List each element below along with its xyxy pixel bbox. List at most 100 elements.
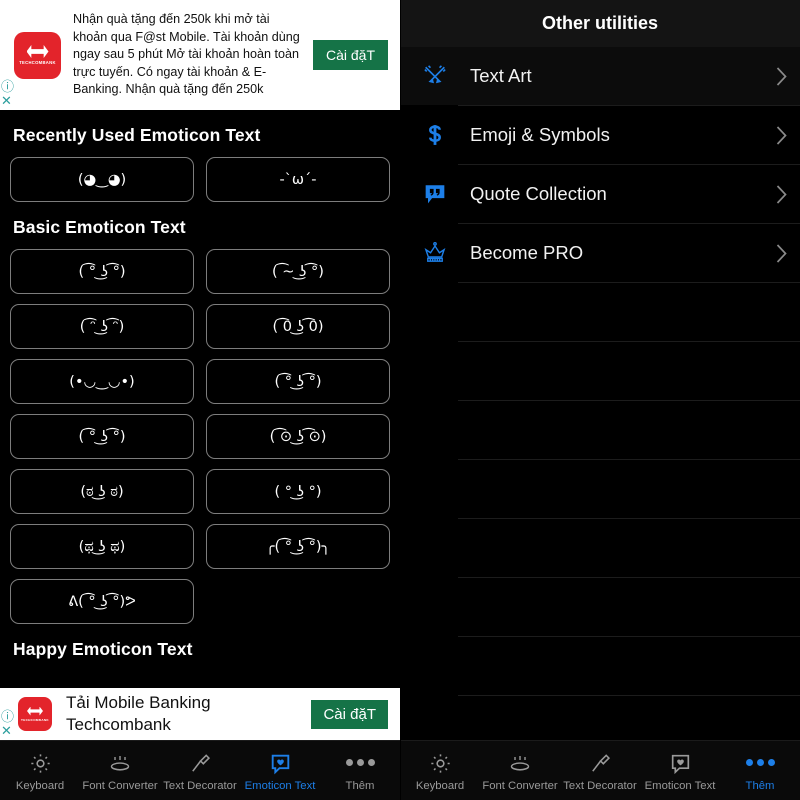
section-title-basic: Basic Emoticon Text bbox=[13, 217, 186, 237]
recently-used-grid: (◕‿◕) -`ω´- bbox=[10, 157, 390, 202]
top-ad-install-button[interactable]: Cài đặT bbox=[312, 40, 388, 70]
chevron-right-icon bbox=[762, 184, 800, 205]
emoticon-card[interactable]: ( ° ͜ʖ °) bbox=[206, 469, 390, 514]
other-utilities-panel: Other utilities Text Art Emoji & Symbols… bbox=[400, 0, 800, 800]
gear-icon bbox=[428, 750, 453, 776]
advertiser-logo-text: TECHCOMBANK bbox=[19, 60, 56, 65]
emoticon-card[interactable]: (ಥ ͜ʖ ಥ) bbox=[10, 524, 194, 569]
techcombank-mark-icon bbox=[26, 45, 49, 58]
nav-item-more[interactable]: Thêm bbox=[720, 750, 800, 792]
list-item-empty bbox=[400, 578, 800, 636]
nav-label: Text Decorator bbox=[163, 779, 237, 792]
top-ad-badges: ⓘ ✕ bbox=[1, 80, 14, 107]
panel-divider bbox=[400, 0, 401, 800]
bottom-ad-line1: Tải Mobile Banking bbox=[66, 693, 211, 712]
nav-label: Emoticon Text bbox=[644, 779, 716, 792]
font-converter-icon bbox=[507, 750, 533, 776]
list-item-empty bbox=[400, 342, 800, 400]
nav-item-font-converter[interactable]: Font Converter bbox=[80, 750, 160, 792]
list-item-label: Become PRO bbox=[470, 242, 584, 263]
nav-label: Emoticon Text bbox=[244, 779, 316, 792]
top-ad-banner[interactable]: TECHCOMBANK Nhận quà tặng đến 250k khi m… bbox=[0, 0, 400, 110]
paint-roller-icon bbox=[588, 750, 613, 776]
emoticon-scroll-area[interactable]: Recently Used Emoticon Text (◕‿◕) -`ω´- … bbox=[0, 110, 400, 670]
section-title-recently-used: Recently Used Emoticon Text bbox=[13, 125, 261, 145]
nav-label: Thêm bbox=[745, 779, 775, 792]
advertiser-logo: TECHCOMBANK bbox=[14, 31, 61, 79]
basic-emoticon-grid: ( ͡° ͜ʖ ͡°) ( ͡~ ͜ʖ ͡°) ( ͡ᵔ ͜ʖ ͡ᵔ) ( ͡0… bbox=[10, 249, 390, 624]
techcombank-mark-icon bbox=[27, 706, 43, 716]
heart-chat-icon bbox=[668, 750, 693, 776]
nav-item-more[interactable]: Thêm bbox=[320, 750, 400, 792]
list-item-empty bbox=[400, 460, 800, 518]
heart-chat-icon bbox=[268, 750, 293, 776]
list-item-empty bbox=[400, 637, 800, 695]
nav-label: Font Converter bbox=[482, 779, 558, 792]
crossed-pens-icon bbox=[412, 62, 458, 90]
right-bottom-navbar: Keyboard Font Converter Text Decorator E… bbox=[400, 740, 800, 800]
nav-item-keyboard[interactable]: Keyboard bbox=[0, 750, 80, 792]
bottom-ad-line2: Techcombank bbox=[66, 715, 171, 734]
advertiser-logo: TECHCOMBANK bbox=[18, 697, 52, 731]
nav-label: Thêm bbox=[345, 779, 375, 792]
bottom-ad-install-button[interactable]: Cài đặT bbox=[311, 699, 388, 729]
nav-label: Keyboard bbox=[15, 779, 65, 792]
more-dots-icon bbox=[745, 750, 775, 776]
emoticon-card[interactable]: ( ͡ᵔ ͜ʖ ͡ᵔ) bbox=[10, 304, 194, 349]
list-item-label: Text Art bbox=[470, 65, 532, 86]
close-icon[interactable]: ✕ bbox=[1, 94, 14, 107]
nav-item-font-converter[interactable]: Font Converter bbox=[480, 750, 560, 792]
list-item-text-art[interactable]: Text Art bbox=[400, 47, 800, 105]
emoticon-card[interactable]: (ಠ ͜ʖ ಠ) bbox=[10, 469, 194, 514]
bottom-ad-banner[interactable]: TECHCOMBANK Tải Mobile Banking Techcomba… bbox=[0, 688, 400, 740]
left-bottom-navbar: Keyboard Font Converter Text Decorator E… bbox=[0, 740, 400, 800]
list-item-empty bbox=[400, 401, 800, 459]
list-item-become-pro[interactable]: Become PRO bbox=[400, 224, 800, 282]
info-circle-icon[interactable]: ⓘ bbox=[1, 710, 14, 723]
emoticon-card[interactable]: ╭( ͡° ͜ʖ ͡°)╮ bbox=[206, 524, 390, 569]
top-ad-text: Nhận quà tặng đến 250k khi mở tài khoản … bbox=[73, 12, 300, 97]
chevron-right-icon bbox=[762, 243, 800, 264]
more-dots-icon bbox=[345, 750, 375, 776]
dollar-sign-icon bbox=[412, 121, 458, 149]
paint-roller-icon bbox=[188, 750, 213, 776]
bottom-ad-badges: ⓘ ✕ bbox=[1, 710, 14, 737]
emoticon-card[interactable]: ( ͡⊙ ͜ʖ ͡⊙) bbox=[206, 414, 390, 459]
font-converter-icon bbox=[107, 750, 133, 776]
close-icon[interactable]: ✕ bbox=[1, 724, 14, 737]
emoticon-card[interactable]: ( ͡° ͜ʖ ͡°) bbox=[206, 359, 390, 404]
nav-item-emoticon-text[interactable]: Emoticon Text bbox=[240, 750, 320, 792]
emoticon-card[interactable]: ( ͡0 ͜ʖ ͡0) bbox=[206, 304, 390, 349]
emoticon-card[interactable]: ( ͡~ ͜ʖ ͡°) bbox=[206, 249, 390, 294]
list-divider bbox=[458, 695, 800, 696]
nav-label: Keyboard bbox=[415, 779, 465, 792]
list-item-label: Emoji & Symbols bbox=[470, 124, 610, 145]
nav-label: Font Converter bbox=[82, 779, 158, 792]
list-item-emoji-symbols[interactable]: Emoji & Symbols bbox=[400, 106, 800, 164]
chevron-right-icon bbox=[762, 66, 800, 87]
advertiser-logo-text: TECHCOMBANK bbox=[21, 717, 49, 722]
list-item-label: Quote Collection bbox=[470, 183, 607, 204]
nav-label: Text Decorator bbox=[563, 779, 637, 792]
page-title: Other utilities bbox=[400, 0, 800, 47]
nav-item-text-decorator[interactable]: Text Decorator bbox=[560, 750, 640, 792]
emoticon-card[interactable]: (•◡‿◡•) bbox=[10, 359, 194, 404]
info-circle-icon[interactable]: ⓘ bbox=[1, 80, 14, 93]
list-item-quote-collection[interactable]: Quote Collection bbox=[400, 165, 800, 223]
emoticon-card[interactable]: (◕‿◕) bbox=[10, 157, 194, 202]
nav-item-text-decorator[interactable]: Text Decorator bbox=[160, 750, 240, 792]
bottom-ad-text: Tải Mobile Banking Techcombank bbox=[52, 692, 311, 736]
nav-item-keyboard[interactable]: Keyboard bbox=[400, 750, 480, 792]
chevron-right-icon bbox=[762, 125, 800, 146]
emoticon-card[interactable]: ( ͡° ͜ʖ ͡°) bbox=[10, 414, 194, 459]
app-screen: TECHCOMBANK Nhận quà tặng đến 250k khi m… bbox=[0, 0, 800, 800]
list-item-empty bbox=[400, 519, 800, 577]
emoticon-card[interactable]: ᕕ( ͡° ͜ʖ ͡°)ᕗ bbox=[10, 579, 194, 624]
nav-item-emoticon-text[interactable]: Emoticon Text bbox=[640, 750, 720, 792]
quote-bubble-icon bbox=[412, 180, 458, 208]
emoticon-text-panel: TECHCOMBANK Nhận quà tặng đến 250k khi m… bbox=[0, 0, 400, 800]
emoticon-card[interactable]: -`ω´- bbox=[206, 157, 390, 202]
list-item-empty bbox=[400, 283, 800, 341]
emoticon-card[interactable]: ( ͡° ͜ʖ ͡°) bbox=[10, 249, 194, 294]
utilities-list: Text Art Emoji & Symbols Quote Collectio… bbox=[400, 47, 800, 696]
